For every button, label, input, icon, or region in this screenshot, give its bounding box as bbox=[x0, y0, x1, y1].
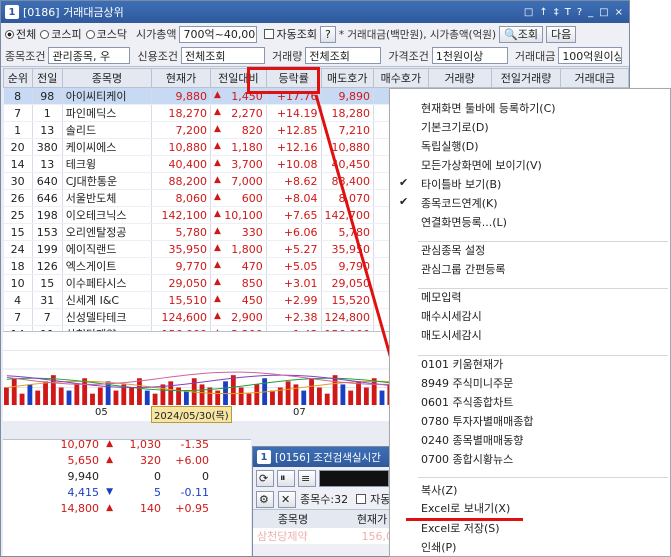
menu-item-label: 종목코드연계(K) bbox=[421, 196, 498, 210]
menu-item-label: 메모입력 bbox=[421, 290, 462, 304]
context-menu: 현재화면 툴바에 등록하기(C) 기본크기로(D) 독립실행(D) 모든가상화면에 보… bbox=[389, 88, 671, 557]
menu-item-label: 기본크기로(D) bbox=[421, 120, 489, 134]
menu-item-13[interactable]: 8949 주식미니주문 bbox=[390, 373, 671, 392]
menu-item-9[interactable]: 메모입력 bbox=[390, 287, 671, 306]
annotation-underline bbox=[406, 518, 523, 521]
menu-item-3[interactable]: 모든가상화면에 보이기(V) bbox=[390, 155, 671, 174]
menu-item-label: 관심그룹 간편등록 bbox=[421, 262, 506, 276]
menu-item-5[interactable]: ✔ 종목코드연계(K) bbox=[390, 193, 671, 212]
menu-item-4[interactable]: ✔ 타이틀바 보기(B) bbox=[390, 174, 671, 193]
menu-separator bbox=[418, 477, 668, 478]
menu-item-15[interactable]: 0780 투자자별매매종합 bbox=[390, 411, 671, 430]
menu-item-label: 인쇄(P) bbox=[421, 540, 457, 554]
menu-item-label: 독립실행(D) bbox=[421, 139, 479, 153]
menu-item-label: 매수시세감시 bbox=[421, 309, 482, 323]
menu-item-label: Excel로 보내기(X) bbox=[421, 501, 511, 515]
menu-item-6[interactable]: 연결화면등록...(L) bbox=[390, 212, 671, 231]
menu-item-label: 8949 주식미니주문 bbox=[421, 376, 514, 390]
menu-item-18[interactable]: 복사(Z) bbox=[390, 480, 671, 499]
menu-item-label: 0700 종합시황뉴스 bbox=[421, 452, 514, 466]
menu-item-10[interactable]: 매수시세감시 bbox=[390, 306, 671, 325]
menu-item-label: 0101 키움현재가 bbox=[421, 357, 504, 371]
menu-item-1[interactable]: 기본크기로(D) bbox=[390, 117, 671, 136]
menu-item-label: 현재화면 툴바에 등록하기(C) bbox=[421, 101, 556, 115]
menu-item-label: 0240 종목별매매동향 bbox=[421, 433, 524, 447]
menu-item-7[interactable]: 관심종목 설정 bbox=[390, 240, 671, 259]
menu-item-17[interactable]: 0700 종합시황뉴스 bbox=[390, 449, 671, 468]
menu-item-label: 0601 주식종합차트 bbox=[421, 395, 514, 409]
check-icon: ✔ bbox=[399, 176, 409, 189]
menu-item-21[interactable]: 인쇄(P) bbox=[390, 537, 671, 556]
menu-item-label: 매도시세감시 bbox=[421, 328, 482, 342]
menu-item-16[interactable]: 0240 종목별매매동향 bbox=[390, 430, 671, 449]
menu-item-8[interactable]: 관심그룹 간편등록 bbox=[390, 259, 671, 278]
menu-item-2[interactable]: 독립실행(D) bbox=[390, 136, 671, 155]
menu-item-label: 관심종목 설정 bbox=[421, 243, 486, 257]
menu-item-label: 모든가상화면에 보이기(V) bbox=[421, 158, 542, 172]
menu-item-19[interactable]: Excel로 보내기(X) bbox=[390, 498, 671, 517]
menu-item-label: 연결화면등록...(L) bbox=[421, 215, 507, 229]
menu-item-label: Excel로 저장(S) bbox=[421, 521, 500, 535]
menu-item-11[interactable]: 매도시세감시 bbox=[390, 325, 671, 344]
menu-item-label: 복사(Z) bbox=[421, 483, 458, 497]
menu-item-label: 타이틀바 보기(B) bbox=[421, 177, 502, 191]
menu-item-0[interactable]: 현재화면 툴바에 등록하기(C) bbox=[390, 98, 671, 117]
menu-item-12[interactable]: 0101 키움현재가 bbox=[390, 354, 671, 373]
check-icon: ✔ bbox=[399, 195, 409, 208]
menu-item-14[interactable]: 0601 주식종합차트 bbox=[390, 392, 671, 411]
menu-item-label: 0780 투자자별매매종합 bbox=[421, 414, 534, 428]
